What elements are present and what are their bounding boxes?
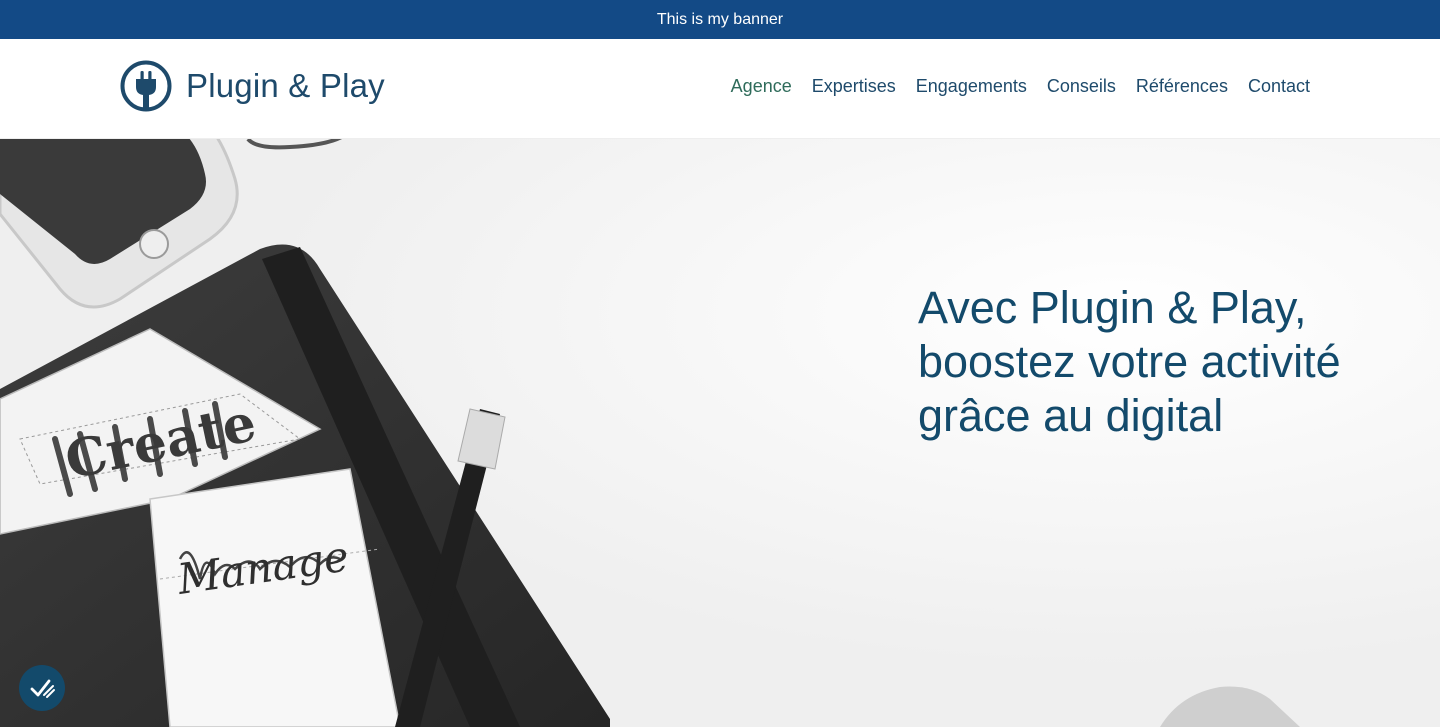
nav-agence[interactable]: Agence xyxy=(731,76,792,97)
hero-headline: Avec Plugin & Play, boostez votre activi… xyxy=(918,281,1398,443)
nav-conseils[interactable]: Conseils xyxy=(1047,76,1116,97)
headline-line-1: Avec Plugin & Play, xyxy=(918,282,1307,333)
headline-line-2: boostez votre activité xyxy=(918,336,1341,387)
accessibility-check-icon xyxy=(30,679,55,698)
plug-circle-icon xyxy=(120,60,172,112)
nav-contact[interactable]: Contact xyxy=(1248,76,1310,97)
banner-text: This is my banner xyxy=(656,10,784,28)
headline-line-3: grâce au digital xyxy=(918,390,1224,441)
accessibility-button[interactable] xyxy=(19,665,65,711)
nav-engagements[interactable]: Engagements xyxy=(916,76,1027,97)
logo-link[interactable]: Plugin & Play xyxy=(120,60,385,112)
nav-expertises[interactable]: Expertises xyxy=(812,76,896,97)
logo-text: Plugin & Play xyxy=(186,67,385,104)
nav-references[interactable]: Références xyxy=(1136,76,1228,97)
top-banner: This is my banner xyxy=(0,0,1440,39)
main-nav: Agence Expertises Engagements Conseils R… xyxy=(731,76,1310,97)
site-header: Plugin & Play Agence Expertises Engageme… xyxy=(0,39,1440,139)
hero-section: Create Manage Avec Plugin & Play, booste… xyxy=(0,139,1440,727)
